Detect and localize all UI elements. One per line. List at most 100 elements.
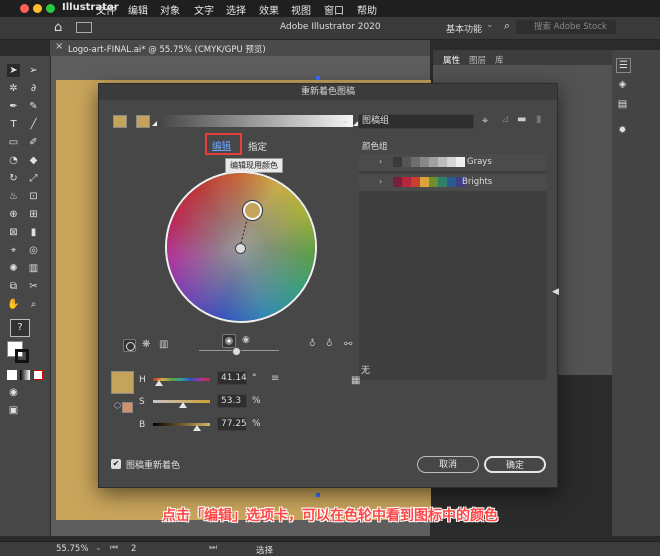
close-document-icon[interactable]: × (55, 41, 63, 52)
color-swatch[interactable] (438, 177, 447, 187)
direct-selection-tool-icon[interactable]: ➢ (27, 64, 40, 77)
color-group-row[interactable]: › Brights (359, 174, 547, 191)
show-saturation-icon[interactable] (222, 334, 236, 348)
paintbrush-tool-icon[interactable]: ✐ (27, 136, 40, 149)
stroke-swatch[interactable] (15, 349, 29, 363)
brights-swatches[interactable] (393, 177, 465, 187)
menu-file[interactable]: 文件 (96, 2, 116, 17)
selection-handle[interactable] (316, 76, 320, 80)
cancel-button[interactable]: 取消 (417, 456, 479, 473)
color-swatch[interactable] (429, 157, 438, 167)
properties-panel-icon[interactable]: ☰ (616, 58, 631, 73)
tab-assign[interactable]: 指定 (248, 139, 267, 153)
magic-wand-tool-icon[interactable]: ✲ (7, 82, 20, 95)
collapse-panel-icon[interactable]: ◀ (552, 287, 559, 297)
color-swatch[interactable] (411, 177, 420, 187)
lasso-tool-icon[interactable]: ∂ (27, 82, 40, 95)
minimize-window-button[interactable] (33, 4, 42, 13)
home-icon[interactable]: ⌂ (54, 20, 62, 35)
menu-window[interactable]: 窗口 (324, 2, 344, 17)
color-swatch[interactable] (420, 157, 429, 167)
saturation-input[interactable]: 53.3 (217, 394, 247, 408)
color-bars-icon[interactable]: ▥ (159, 339, 168, 350)
symbol-sprayer-tool-icon[interactable]: ✺ (7, 262, 20, 275)
color-swatch[interactable] (402, 177, 411, 187)
artwork-group-field[interactable]: 图稿组 (358, 114, 474, 129)
color-swatch[interactable] (411, 157, 420, 167)
saturation-slider-knob[interactable] (179, 402, 188, 408)
menu-object[interactable]: 对象 (160, 2, 180, 17)
curvature-tool-icon[interactable]: ✎ (27, 100, 40, 113)
new-color-group-icon[interactable]: ⊿ (501, 114, 509, 125)
gradient-tool-icon[interactable]: ▮ (27, 226, 40, 239)
menu-edit[interactable]: 编辑 (128, 2, 148, 17)
color-menu-icon[interactable]: ≡ (271, 373, 279, 384)
libraries-panel-icon[interactable]: ▤ (616, 98, 629, 111)
eyedropper-tool-icon[interactable]: ⌖ (7, 244, 20, 257)
scale-tool-icon[interactable]: ⤢ (27, 172, 40, 185)
eraser-tool-icon[interactable]: ◆ (27, 154, 40, 167)
layers-panel-icon[interactable]: ◈ (616, 78, 629, 91)
brightness-slider-knob[interactable] (232, 347, 241, 356)
zoom-tool-icon[interactable]: ⌕ (27, 298, 40, 311)
warp-tool-icon[interactable]: ♨ (7, 190, 20, 203)
hue-slider-knob[interactable] (155, 380, 164, 386)
harmony-rules-strip[interactable] (163, 115, 353, 127)
color-swatch[interactable] (456, 157, 465, 167)
chevron-right-icon[interactable]: › (379, 177, 382, 186)
eyedropper-icon[interactable]: ⌖ (482, 114, 488, 128)
color-group-row[interactable]: › Grays (359, 154, 547, 171)
tab-layers[interactable]: 图层 (469, 54, 486, 66)
selection-handle[interactable] (316, 493, 320, 497)
color-swatch[interactable] (447, 177, 456, 187)
harmony-dropdown-icon[interactable]: ⌄ (342, 116, 349, 125)
zoom-window-button[interactable] (46, 4, 55, 13)
remove-color-tool-icon[interactable]: ♁ (326, 339, 333, 349)
color-mode-icon[interactable] (7, 370, 17, 380)
color-swatch[interactable] (402, 157, 411, 167)
stock-search-input[interactable]: 搜索 Adobe Stock (516, 20, 616, 34)
chevron-right-icon[interactable]: › (379, 157, 382, 166)
appearance-panel-icon[interactable]: ✹ (616, 124, 629, 137)
shape-builder-tool-icon[interactable]: ⊕ (7, 208, 20, 221)
recolor-artwork-checkbox[interactable]: ✔ (111, 459, 121, 469)
free-transform-tool-icon[interactable]: ⊡ (27, 190, 40, 203)
out-of-gamut-swatch[interactable] (122, 402, 133, 413)
hand-tool-icon[interactable]: ✋ (7, 298, 20, 311)
smooth-color-wheel-icon[interactable] (123, 339, 136, 352)
active-color-swatch[interactable] (113, 115, 127, 128)
color-swatch[interactable] (393, 177, 402, 187)
blend-tool-icon[interactable]: ◎ (27, 244, 40, 257)
zoom-level[interactable]: 55.75% (56, 544, 88, 554)
rectangle-tool-icon[interactable]: ▭ (7, 136, 20, 149)
rotate-tool-icon[interactable]: ↻ (7, 172, 20, 185)
first-artboard-icon[interactable]: ⏮ (110, 543, 118, 553)
menu-effect[interactable]: 效果 (259, 2, 279, 17)
document-tab[interactable]: Logo-art-FINAL.ai* @ 55.75% (CMYK/GPU 预览… (68, 43, 266, 55)
limit-color-group-icon[interactable]: ▦ (351, 375, 360, 386)
brightness-value-slider[interactable] (153, 423, 210, 426)
color-swatch[interactable] (393, 157, 402, 167)
show-brightness-icon[interactable]: ◉ (242, 335, 250, 345)
menu-view[interactable]: 视图 (291, 2, 311, 17)
artboard-number[interactable]: 2 (131, 544, 136, 554)
color-mode-cube-icon[interactable]: ⬡ (114, 401, 121, 410)
perspective-grid-tool-icon[interactable]: ⊞ (27, 208, 40, 221)
help-icon[interactable]: ? (10, 319, 30, 337)
menu-help[interactable]: 帮助 (357, 2, 377, 17)
draw-mode-icon[interactable]: ◉ (7, 386, 20, 399)
grays-swatches[interactable] (393, 157, 465, 167)
screen-mode-icon[interactable]: ▣ (7, 404, 20, 417)
arrange-documents-icon[interactable] (76, 22, 92, 33)
pen-tool-icon[interactable]: ✒ (7, 100, 20, 113)
delete-icon[interactable]: ▮ (536, 114, 542, 125)
color-swatch[interactable] (420, 177, 429, 187)
folder-icon[interactable]: ▬ (517, 114, 526, 125)
artboard-tool-icon[interactable]: ⧉ (7, 280, 20, 293)
type-tool-icon[interactable]: T (7, 118, 20, 131)
brightness-input[interactable]: 77.25 (217, 417, 247, 431)
tab-libraries[interactable]: 库 (495, 54, 504, 66)
color-swatch[interactable] (438, 157, 447, 167)
color-swatch[interactable] (447, 157, 456, 167)
selection-tool-icon[interactable]: ➤ (7, 64, 20, 77)
